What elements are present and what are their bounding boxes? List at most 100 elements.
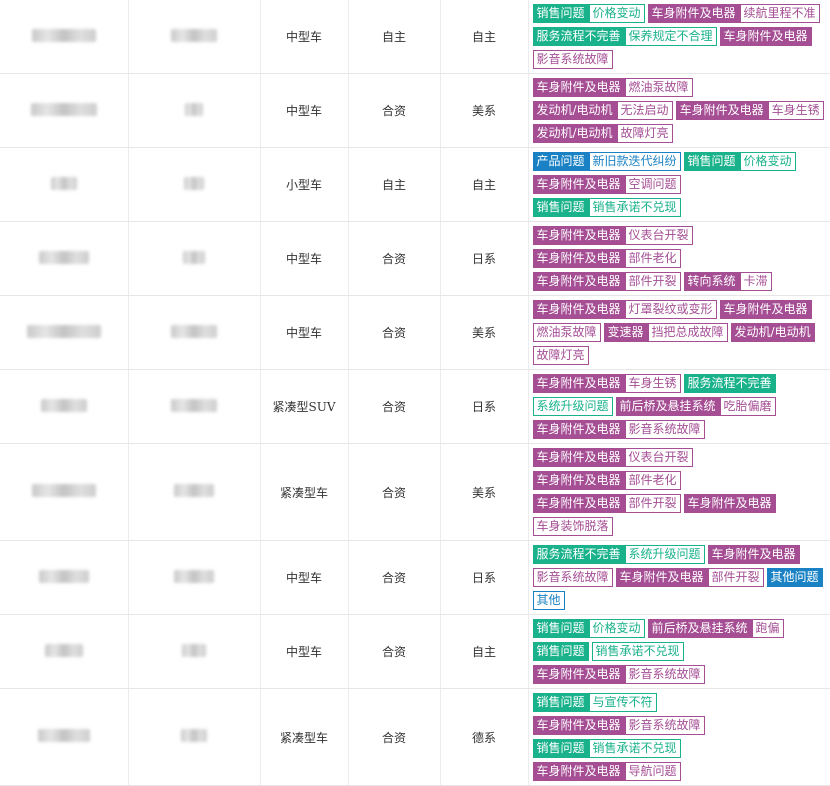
complaint-tag[interactable]: 销售问题 价格变动 bbox=[683, 152, 796, 171]
tag-category: 前后桥及悬挂系统 bbox=[615, 397, 720, 416]
table-row[interactable]: 中型车 合资 日系 服务流程不完善 系统升级问题 车身附件及电器 影音系统故障 车身附件及电器… bbox=[0, 540, 830, 615]
table-row[interactable]: 中型车 合资 日系 车身附件及电器 仪表台开裂 车身附件及电器 部件老化 车身附件及电器 部件开… bbox=[0, 221, 830, 296]
tag-subcategory: 系统升级问题 bbox=[532, 397, 613, 416]
complaint-tag[interactable]: 其他问题 bbox=[766, 568, 823, 587]
cell-type: 合资 bbox=[348, 73, 441, 148]
cell-tags: 销售问题 与宣传不符 车身附件及电器 影音系统故障 销售问题 销售承诺不兑现 车身附件及电器… bbox=[528, 688, 830, 786]
tag-subcategory: 价格变动 bbox=[588, 619, 645, 638]
table-row[interactable]: 紧凑型车 合资 美系 车身附件及电器 仪表台开裂 车身附件及电器 部件老化 车身附件及电器 部件… bbox=[0, 443, 830, 541]
tag-subcategory: 系统升级问题 bbox=[624, 545, 705, 564]
blurred-model-cell bbox=[128, 73, 261, 148]
complaint-tag[interactable]: 车身附件及电器 仪表台开裂 bbox=[532, 448, 693, 467]
complaint-tag[interactable]: 车身附件及电器 部件开裂 bbox=[532, 494, 681, 513]
complaint-tag[interactable]: 销售问题 销售承诺不兑现 bbox=[532, 198, 681, 217]
tag-category: 车身附件及电器 bbox=[647, 4, 740, 23]
cell-origin: 自主 bbox=[440, 614, 529, 689]
redacted-text bbox=[174, 569, 214, 583]
table-row[interactable]: 紧凑型SUV 合资 日系 车身附件及电器 车身生锈 服务流程不完善 系统升级问题 前后桥及悬挂… bbox=[0, 369, 830, 444]
complaint-tag[interactable]: 车身附件及电器 车身生锈 bbox=[675, 101, 824, 120]
complaint-tag[interactable]: 服务流程不完善 保养规定不合理 bbox=[532, 27, 717, 46]
complaint-tag[interactable]: 车身附件及电器 bbox=[719, 300, 812, 319]
complaint-tag[interactable]: 车身附件及电器 bbox=[707, 545, 800, 564]
complaint-tag[interactable]: 销售问题 价格变动 bbox=[532, 619, 645, 638]
tag-subcategory: 燃油泵故障 bbox=[532, 323, 601, 342]
redacted-text bbox=[31, 28, 96, 42]
complaint-tag[interactable]: 车身附件及电器 影音系统故障 bbox=[532, 420, 705, 439]
complaint-tag[interactable]: 车身附件及电器 空调问题 bbox=[532, 175, 681, 194]
tag-category: 前后桥及悬挂系统 bbox=[647, 619, 752, 638]
complaint-tag[interactable]: 车身附件及电器 续航里程不准 bbox=[647, 4, 820, 23]
cell-type: 合资 bbox=[348, 295, 441, 370]
blurred-model-cell bbox=[128, 147, 261, 222]
cell-tags: 车身附件及电器 燃油泵故障 发动机/电动机 无法启动 车身附件及电器 车身生锈 发动机/电动… bbox=[528, 73, 830, 148]
complaint-tag[interactable]: 车身附件及电器 影音系统故障 bbox=[532, 665, 705, 684]
complaint-tag[interactable]: 服务流程不完善 bbox=[683, 374, 776, 393]
table-row[interactable]: 小型车 自主 自主 产品问题 新旧款迭代纠纷 销售问题 价格变动 车身附件及电器 空调问题 销售问… bbox=[0, 147, 830, 222]
complaint-tag[interactable]: 车身附件及电器 bbox=[719, 27, 812, 46]
table-row[interactable]: 中型车 合资 自主 销售问题 价格变动 前后桥及悬挂系统 跑偏 销售问题 销售承诺不兑现 车身附件… bbox=[0, 614, 830, 689]
tag-category: 车身附件及电器 bbox=[532, 175, 625, 194]
complaint-tag[interactable]: 车身附件及电器 灯罩裂纹或变形 bbox=[532, 300, 717, 319]
complaint-tag[interactable]: 系统升级问题 bbox=[532, 397, 613, 416]
complaint-tag[interactable]: 服务流程不完善 系统升级问题 bbox=[532, 545, 705, 564]
complaint-tag[interactable]: 前后桥及悬挂系统 吃胎偏磨 bbox=[615, 397, 776, 416]
table-row[interactable]: 中型车 合资 美系 车身附件及电器 灯罩裂纹或变形 车身附件及电器 燃油泵故障 变速器 挡把总成… bbox=[0, 295, 830, 370]
blurred-model-cell bbox=[128, 688, 261, 786]
blurred-name-cell bbox=[0, 0, 129, 74]
complaint-tag[interactable]: 销售承诺不兑现 bbox=[591, 642, 684, 661]
complaint-tag[interactable]: 销售问题 bbox=[532, 642, 589, 661]
complaint-tag[interactable]: 影音系统故障 bbox=[532, 568, 613, 587]
complaint-tag[interactable]: 产品问题 新旧款迭代纠纷 bbox=[532, 152, 681, 171]
redacted-text bbox=[50, 176, 77, 190]
tag-category: 销售问题 bbox=[532, 739, 589, 758]
tag-category: 销售问题 bbox=[532, 4, 589, 23]
table-row[interactable]: 中型车 合资 美系 车身附件及电器 燃油泵故障 发动机/电动机 无法启动 车身附件及电器 车身生… bbox=[0, 73, 830, 148]
table-row[interactable]: 紧凑型车 合资 德系 销售问题 与宣传不符 车身附件及电器 影音系统故障 销售问题 销售承诺不兑… bbox=[0, 688, 830, 786]
tag-subcategory: 部件开裂 bbox=[624, 494, 681, 513]
complaint-tag[interactable]: 销售问题 价格变动 bbox=[532, 4, 645, 23]
redacted-text bbox=[182, 643, 206, 657]
complaint-tag[interactable]: 燃油泵故障 bbox=[532, 323, 601, 342]
complaint-tag[interactable]: 故障灯亮 bbox=[532, 346, 589, 365]
complaint-tag[interactable]: 变速器 挡把总成故障 bbox=[603, 323, 728, 342]
complaint-tag[interactable]: 车身附件及电器 部件老化 bbox=[532, 249, 681, 268]
complaint-tag[interactable]: 前后桥及悬挂系统 跑偏 bbox=[647, 619, 784, 638]
complaint-tag[interactable]: 车身装饰脱落 bbox=[532, 517, 613, 536]
tag-category: 车身附件及电器 bbox=[532, 716, 625, 735]
tag-subcategory: 影音系统故障 bbox=[624, 716, 705, 735]
complaint-tag[interactable]: 车身附件及电器 部件开裂 bbox=[615, 568, 764, 587]
complaint-tag[interactable]: 影音系统故障 bbox=[532, 50, 613, 69]
cell-size: 紧凑型车 bbox=[260, 443, 349, 541]
cell-size: 中型车 bbox=[260, 540, 349, 615]
blurred-name-cell bbox=[0, 443, 129, 541]
complaint-tag[interactable]: 车身附件及电器 燃油泵故障 bbox=[532, 78, 693, 97]
complaint-tag[interactable]: 销售问题 与宣传不符 bbox=[532, 693, 657, 712]
cell-size: 紧凑型SUV bbox=[260, 369, 349, 444]
complaint-tag[interactable]: 发动机/电动机 故障灯亮 bbox=[532, 124, 673, 143]
complaint-tag[interactable]: 车身附件及电器 部件开裂 bbox=[532, 272, 681, 291]
complaint-tag[interactable]: 车身附件及电器 bbox=[683, 494, 776, 513]
tag-subcategory: 续航里程不准 bbox=[739, 4, 820, 23]
complaint-tag[interactable]: 发动机/电动机 无法启动 bbox=[532, 101, 673, 120]
complaint-tag[interactable]: 销售问题 销售承诺不兑现 bbox=[532, 739, 681, 758]
cell-origin: 德系 bbox=[440, 688, 529, 786]
complaint-tag[interactable]: 其他 bbox=[532, 591, 565, 610]
blurred-name-cell bbox=[0, 688, 129, 786]
table-row[interactable]: 中型车 自主 自主 销售问题 价格变动 车身附件及电器 续航里程不准 服务流程不完善 保养规定不… bbox=[0, 0, 830, 74]
blurred-name-cell bbox=[0, 73, 129, 148]
complaint-tag[interactable]: 车身附件及电器 导航问题 bbox=[532, 762, 681, 781]
redacted-text bbox=[40, 398, 87, 412]
redacted-text bbox=[38, 569, 89, 583]
complaint-tag[interactable]: 车身附件及电器 仪表台开裂 bbox=[532, 226, 693, 245]
tag-subcategory: 部件老化 bbox=[624, 471, 681, 490]
tag-subcategory: 部件开裂 bbox=[624, 272, 681, 291]
cell-type: 自主 bbox=[348, 147, 441, 222]
complaint-tag[interactable]: 发动机/电动机 bbox=[730, 323, 815, 342]
complaint-tag[interactable]: 车身附件及电器 影音系统故障 bbox=[532, 716, 705, 735]
cell-type: 合资 bbox=[348, 540, 441, 615]
complaint-tag[interactable]: 车身附件及电器 部件老化 bbox=[532, 471, 681, 490]
cell-size: 小型车 bbox=[260, 147, 349, 222]
complaint-tag[interactable]: 转向系统 卡滞 bbox=[683, 272, 772, 291]
blurred-model-cell bbox=[128, 540, 261, 615]
complaint-tag[interactable]: 车身附件及电器 车身生锈 bbox=[532, 374, 681, 393]
